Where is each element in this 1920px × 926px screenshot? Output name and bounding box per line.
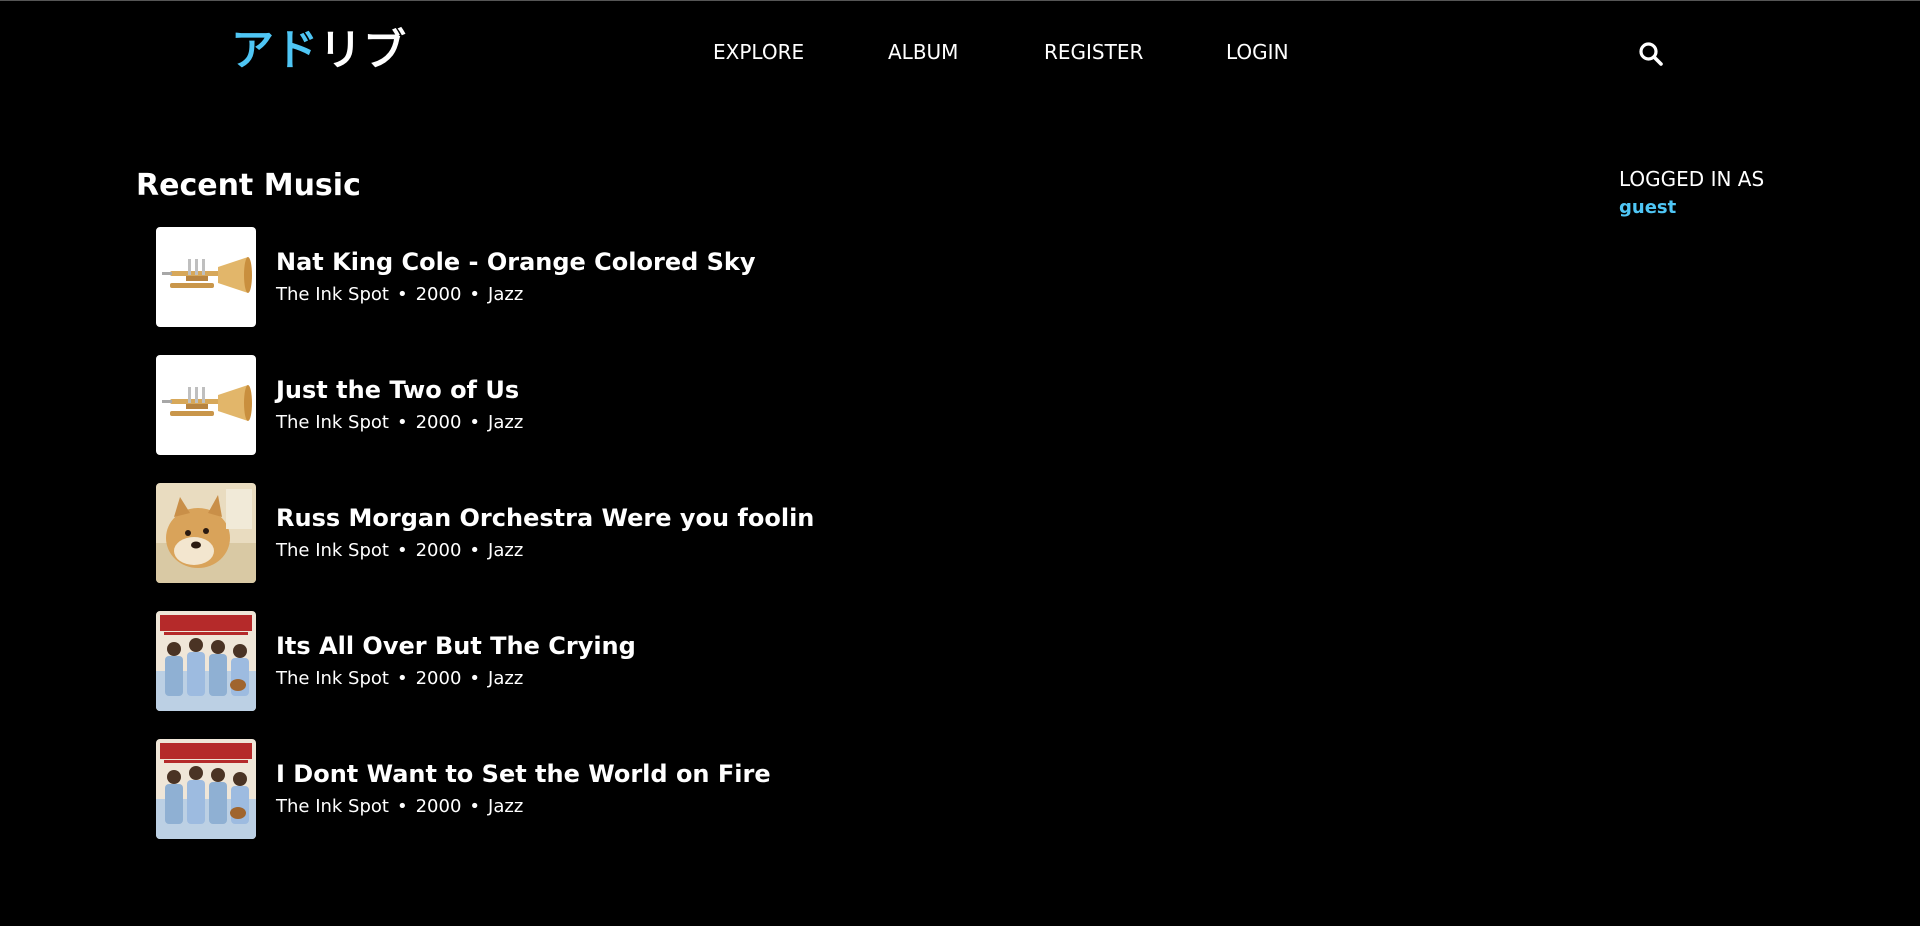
- track-year: 2000: [415, 796, 462, 817]
- separator-dot: •: [396, 668, 408, 689]
- track-artist: The Ink Spot: [276, 540, 389, 561]
- track-genre: Jazz: [488, 412, 524, 433]
- nav-register-link[interactable]: REGISTER: [1044, 38, 1143, 66]
- separator-dot: •: [469, 284, 481, 305]
- track-genre: Jazz: [488, 668, 524, 689]
- track-artist: The Ink Spot: [276, 796, 389, 817]
- separator-dot: •: [469, 668, 481, 689]
- track-meta: The Ink Spot • 2000 • Jazz: [276, 795, 523, 819]
- track-title[interactable]: Just the Two of Us: [276, 375, 519, 405]
- separator-dot: •: [469, 540, 481, 561]
- track-meta: The Ink Spot • 2000 • Jazz: [276, 667, 523, 691]
- track-item[interactable]: Its All Over But The Crying The Ink Spot…: [156, 611, 1056, 711]
- separator-dot: •: [469, 796, 481, 817]
- nav-explore-link[interactable]: EXPLORE: [713, 38, 804, 66]
- track-genre: Jazz: [488, 540, 524, 561]
- track-year: 2000: [415, 284, 462, 305]
- track-genre: Jazz: [488, 796, 524, 817]
- nav-album-link[interactable]: ALBUM: [888, 38, 958, 66]
- track-meta: The Ink Spot • 2000 • Jazz: [276, 411, 523, 435]
- track-item[interactable]: I Dont Want to Set the World on Fire The…: [156, 739, 1056, 839]
- separator-dot: •: [396, 540, 408, 561]
- track-item[interactable]: Just the Two of Us The Ink Spot • 2000 • Jaz…: [156, 355, 1056, 455]
- track-title[interactable]: Its All Over But The Crying: [276, 631, 636, 661]
- track-genre: Jazz: [488, 284, 524, 305]
- search-icon: [1639, 42, 1663, 66]
- track-artist: The Ink Spot: [276, 284, 389, 305]
- logged-in-label: LOGGED IN AS: [1619, 167, 1765, 191]
- track-title[interactable]: Russ Morgan Orchestra Were you foolin: [276, 503, 814, 533]
- username-link[interactable]: guest: [1619, 196, 1839, 220]
- track-list: Nat King Cole - Orange Colored Sky The I…: [156, 227, 1056, 867]
- login-status: LOGGED IN AS guest: [1619, 165, 1839, 220]
- album-cover-trumpet: [156, 227, 256, 327]
- track-artist: The Ink Spot: [276, 668, 389, 689]
- track-title[interactable]: I Dont Want to Set the World on Fire: [276, 759, 771, 789]
- site-header: アドリブ EXPLORE ALBUM REGISTER LOGIN: [0, 0, 1920, 100]
- track-meta: The Ink Spot • 2000 • Jazz: [276, 283, 523, 307]
- separator-dot: •: [396, 412, 408, 433]
- track-meta: The Ink Spot • 2000 • Jazz: [276, 539, 523, 563]
- separator-dot: •: [469, 412, 481, 433]
- track-title[interactable]: Nat King Cole - Orange Colored Sky: [276, 247, 756, 277]
- search-button[interactable]: [1637, 40, 1665, 68]
- track-year: 2000: [415, 668, 462, 689]
- album-cover-ink-spots: [156, 611, 256, 711]
- main-nav: EXPLORE ALBUM REGISTER LOGIN: [0, 38, 1920, 66]
- track-item[interactable]: Russ Morgan Orchestra Were you foolin Th…: [156, 483, 1056, 583]
- track-item[interactable]: Nat King Cole - Orange Colored Sky The I…: [156, 227, 1056, 327]
- track-year: 2000: [415, 412, 462, 433]
- separator-dot: •: [396, 284, 408, 305]
- nav-login-link[interactable]: LOGIN: [1226, 38, 1289, 66]
- track-artist: The Ink Spot: [276, 412, 389, 433]
- album-cover-ink-spots: [156, 739, 256, 839]
- track-year: 2000: [415, 540, 462, 561]
- recent-music-title: Recent Music: [136, 168, 361, 203]
- separator-dot: •: [396, 796, 408, 817]
- album-cover-doge: [156, 483, 256, 583]
- album-cover-trumpet: [156, 355, 256, 455]
